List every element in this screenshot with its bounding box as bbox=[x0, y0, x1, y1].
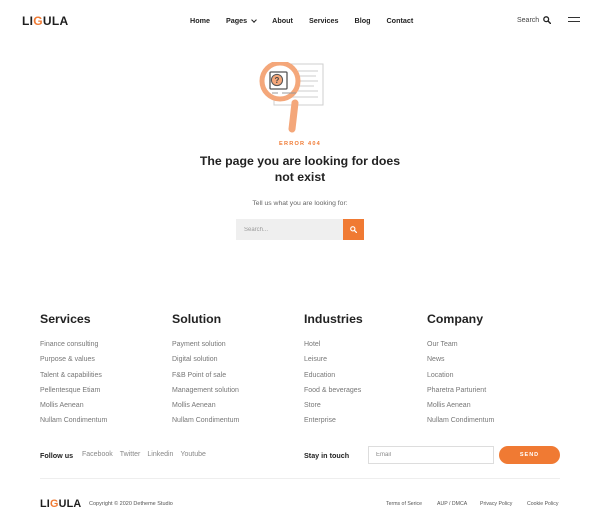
footer-link[interactable]: Our Team bbox=[427, 337, 494, 352]
footer-link[interactable]: Location bbox=[427, 368, 494, 383]
search-icon bbox=[350, 226, 357, 233]
social-youtube[interactable]: Youtube bbox=[180, 451, 205, 458]
footer-link[interactable]: Education bbox=[304, 368, 363, 383]
follow-label: Follow us bbox=[40, 451, 74, 460]
legal-aup-link[interactable]: AUP / DMCA bbox=[437, 501, 467, 507]
social-links: Facebook Twitter Linkedin Youtube bbox=[82, 451, 213, 458]
search-input[interactable] bbox=[236, 219, 343, 240]
footer-link[interactable]: F&B Point of sale bbox=[172, 368, 239, 383]
footer-column-title: Solution bbox=[172, 312, 222, 326]
footer-column-services: Services Finance consulting Purpose & va… bbox=[40, 312, 107, 429]
social-twitter[interactable]: Twitter bbox=[120, 451, 141, 458]
nav-blog[interactable]: Blog bbox=[355, 16, 371, 25]
footer-divider bbox=[40, 478, 560, 479]
svg-text:?: ? bbox=[275, 76, 280, 85]
error-code: ERROR 404 bbox=[279, 141, 321, 147]
search-form bbox=[236, 219, 364, 240]
main-nav: Home Pages About Services Blog Contact bbox=[190, 16, 429, 25]
footer-link[interactable]: Mollis Aenean bbox=[172, 398, 239, 413]
email-field[interactable] bbox=[368, 446, 494, 464]
footer-link[interactable]: Talent & capabilities bbox=[40, 368, 107, 383]
legal-terms-link[interactable]: Terms of Serice bbox=[386, 501, 422, 507]
stay-in-touch-label: Stay in touch bbox=[304, 451, 350, 460]
copyright-text: Copyright © 2020 Detheme Studio bbox=[89, 501, 173, 507]
header-search-label: Search bbox=[517, 16, 540, 24]
footer-column-title: Industries bbox=[304, 312, 363, 326]
footer-link[interactable]: Nullam Condimentum bbox=[172, 413, 239, 428]
chevron-down-icon bbox=[251, 16, 258, 23]
footer-link[interactable]: Food & beverages bbox=[304, 383, 363, 398]
footer-link[interactable]: Leisure bbox=[304, 352, 363, 367]
nav-services[interactable]: Services bbox=[309, 16, 339, 25]
social-linkedin[interactable]: Linkedin bbox=[147, 451, 173, 458]
footer-link[interactable]: Mollis Aenean bbox=[427, 398, 494, 413]
footer-link[interactable]: Nullam Condimentum bbox=[40, 413, 107, 428]
nav-about[interactable]: About bbox=[272, 16, 293, 25]
hamburger-icon[interactable] bbox=[568, 17, 580, 23]
footer-link[interactable]: Purpose & values bbox=[40, 352, 107, 367]
nav-contact[interactable]: Contact bbox=[386, 16, 413, 25]
site-header: LIGULA Home Pages About Services Blog Co… bbox=[0, 0, 600, 42]
footer-link[interactable]: Hotel bbox=[304, 337, 363, 352]
footer-link[interactable]: Finance consulting bbox=[40, 337, 107, 352]
nav-pages[interactable]: Pages bbox=[226, 16, 258, 25]
footer-column-industries: Industries Hotel Leisure Education Food … bbox=[304, 312, 363, 429]
error-subtitle: Tell us what you are looking for: bbox=[252, 200, 348, 207]
footer-link[interactable]: Enterprise bbox=[304, 413, 363, 428]
magnifier-document-illustration: ? bbox=[259, 62, 324, 133]
footer-link[interactable]: Pharetra Parturient bbox=[427, 383, 494, 398]
search-icon bbox=[543, 16, 552, 24]
footer-link[interactable]: Pellentesque Etiam bbox=[40, 383, 107, 398]
footer-link[interactable]: Store bbox=[304, 398, 363, 413]
footer-column-title: Services bbox=[40, 312, 91, 326]
footer-column-company: Company Our Team News Location Pharetra … bbox=[427, 312, 494, 429]
legal-privacy-link[interactable]: Privacy Policy bbox=[480, 501, 512, 507]
header-search[interactable]: Search bbox=[517, 16, 552, 24]
site-logo[interactable]: LIGULA bbox=[22, 14, 68, 28]
social-facebook[interactable]: Facebook bbox=[82, 451, 113, 458]
footer-link[interactable]: Digital solution bbox=[172, 352, 239, 367]
search-button[interactable] bbox=[343, 219, 364, 240]
page-title: The page you are looking for does not ex… bbox=[199, 154, 401, 184]
footer-link[interactable]: Payment solution bbox=[172, 337, 239, 352]
send-button[interactable]: SEND bbox=[499, 446, 560, 464]
footer-column-solution: Solution Payment solution Digital soluti… bbox=[172, 312, 239, 429]
footer-column-title: Company bbox=[427, 312, 484, 326]
footer-logo[interactable]: LIGULA bbox=[40, 498, 81, 510]
footer-link[interactable]: Mollis Aenean bbox=[40, 398, 107, 413]
footer-link[interactable]: News bbox=[427, 352, 494, 367]
legal-cookie-link[interactable]: Cookie Policy bbox=[527, 501, 558, 507]
footer-link[interactable]: Management solution bbox=[172, 383, 239, 398]
nav-home[interactable]: Home bbox=[190, 16, 210, 25]
footer-link[interactable]: Nullam Condimentum bbox=[427, 413, 494, 428]
